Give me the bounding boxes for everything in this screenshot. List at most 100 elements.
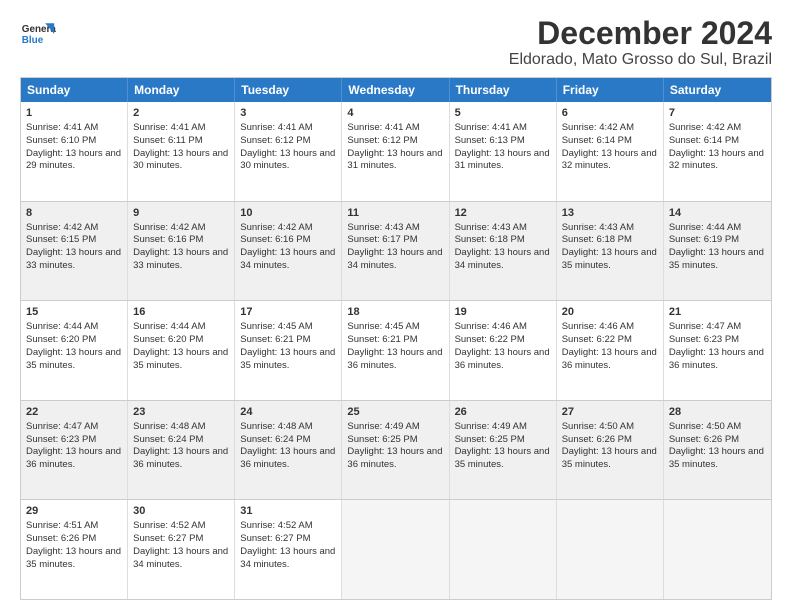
calendar-cell: 7Sunrise: 4:42 AMSunset: 6:14 PMDaylight…: [664, 102, 771, 201]
sunrise: Sunrise: 4:41 AM: [240, 122, 312, 133]
day-number: 21: [669, 305, 766, 320]
sunrise: Sunrise: 4:41 AM: [26, 122, 98, 133]
calendar-cell: [342, 500, 449, 599]
calendar-week: 22Sunrise: 4:47 AMSunset: 6:23 PMDayligh…: [21, 400, 771, 500]
daylight: Daylight: 13 hours and 35 minutes.: [133, 347, 228, 371]
sunrise: Sunrise: 4:42 AM: [133, 222, 205, 233]
day-number: 12: [455, 206, 551, 221]
calendar-cell: 11Sunrise: 4:43 AMSunset: 6:17 PMDayligh…: [342, 202, 449, 301]
sunset: Sunset: 6:16 PM: [240, 234, 310, 245]
daylight: Daylight: 13 hours and 33 minutes.: [26, 247, 121, 271]
calendar-cell: 16Sunrise: 4:44 AMSunset: 6:20 PMDayligh…: [128, 301, 235, 400]
calendar-cell: 1Sunrise: 4:41 AMSunset: 6:10 PMDaylight…: [21, 102, 128, 201]
main-title: December 2024: [509, 16, 772, 51]
sunrise: Sunrise: 4:51 AM: [26, 520, 98, 531]
sunrise: Sunrise: 4:44 AM: [669, 222, 741, 233]
calendar-day-header: Sunday: [21, 78, 128, 102]
daylight: Daylight: 13 hours and 35 minutes.: [26, 546, 121, 570]
calendar-day-header: Wednesday: [342, 78, 449, 102]
page: General Blue General Blue December 2024 …: [0, 0, 792, 612]
daylight: Daylight: 13 hours and 35 minutes.: [562, 446, 657, 470]
daylight: Daylight: 13 hours and 35 minutes.: [26, 347, 121, 371]
calendar-day-header: Saturday: [664, 78, 771, 102]
sunrise: Sunrise: 4:47 AM: [669, 321, 741, 332]
sunrise: Sunrise: 4:47 AM: [26, 421, 98, 432]
calendar-day-header: Monday: [128, 78, 235, 102]
sunset: Sunset: 6:21 PM: [347, 334, 417, 345]
day-number: 26: [455, 405, 551, 420]
calendar-cell: 20Sunrise: 4:46 AM Sunset: 6:22 PM Dayligh…: [557, 301, 664, 400]
svg-text:Blue: Blue: [22, 35, 44, 46]
calendar-cell: 25Sunrise: 4:49 AMSunset: 6:25 PMDayligh…: [342, 401, 449, 500]
calendar-day-header: Tuesday: [235, 78, 342, 102]
sunset: Sunset: 6:16 PM: [133, 234, 203, 245]
calendar-cell: 22Sunrise: 4:47 AMSunset: 6:23 PMDayligh…: [21, 401, 128, 500]
sunset: Sunset: 6:20 PM: [26, 334, 96, 345]
sunrise: Sunrise: 4:46 AM: [455, 321, 527, 332]
daylight: Daylight: 13 hours and 35 minutes.: [455, 446, 550, 470]
day-number: 9: [133, 206, 229, 221]
day-number: 24: [240, 405, 336, 420]
day-number: 22: [26, 405, 122, 420]
sunset: Sunset: 6:24 PM: [133, 434, 203, 445]
day-number: 15: [26, 305, 122, 320]
day-number: 19: [455, 305, 551, 320]
sunset: Sunset: 6:18 PM: [455, 234, 525, 245]
daylight: Daylight: 13 hours and 36 minutes.: [240, 446, 335, 470]
subtitle: Eldorado, Mato Grosso do Sul, Brazil: [509, 51, 772, 69]
day-number: 28: [669, 405, 766, 420]
sunset: Sunset: 6:15 PM: [26, 234, 96, 245]
daylight: Daylight: 13 hours and 34 minutes.: [133, 546, 228, 570]
calendar-cell: 9Sunrise: 4:42 AMSunset: 6:16 PM Daylight…: [128, 202, 235, 301]
day-number: 5: [455, 106, 551, 121]
calendar-cell: 4Sunrise: 4:41 AMSunset: 6:12 PMDaylight…: [342, 102, 449, 201]
sunrise: Sunrise: 4:46 AM: [562, 321, 634, 332]
daylight: Daylight: 13 hours and 34 minutes.: [240, 247, 335, 271]
sunset: Sunset: 6:21 PM: [240, 334, 310, 345]
day-number: 6: [562, 106, 658, 121]
sunset: Sunset: 6:14 PM: [669, 135, 739, 146]
calendar-header: SundayMondayTuesdayWednesdayThursdayFrid…: [21, 78, 771, 102]
calendar-cell: 30Sunrise: 4:52 AMSunset: 6:27 PMDayligh…: [128, 500, 235, 599]
day-number: 7: [669, 106, 766, 121]
calendar-week: 15Sunrise: 4:44 AMSunset: 6:20 PMDayligh…: [21, 300, 771, 400]
calendar-cell: 6Sunrise: 4:42 AMSunset: 6:14 PMDaylight…: [557, 102, 664, 201]
sunset: Sunset: 6:12 PM: [347, 135, 417, 146]
daylight: Daylight: 13 hours and 36 minutes.: [347, 446, 442, 470]
sunset: Sunset: 6:27 PM: [133, 533, 203, 544]
calendar-cell: 3Sunrise: 4:41 AMSunset: 6:12 PMDaylight…: [235, 102, 342, 201]
day-number: 18: [347, 305, 443, 320]
sunrise: Sunrise: 4:42 AM: [562, 122, 634, 133]
day-number: 13: [562, 206, 658, 221]
daylight: Daylight: 13 hours and 35 minutes.: [669, 247, 764, 271]
sunset: Sunset: 6:12 PM: [240, 135, 310, 146]
sunrise: Sunrise: 4:41 AM: [133, 122, 205, 133]
logo: General Blue General Blue: [20, 16, 56, 52]
header: General Blue General Blue December 2024 …: [20, 16, 772, 69]
sunset: Sunset: 6:26 PM: [669, 434, 739, 445]
daylight: Daylight: 13 hours and 34 minutes.: [240, 546, 335, 570]
daylight: Daylight: 13 hours and 29 minutes.: [26, 148, 121, 172]
calendar-cell: [557, 500, 664, 599]
daylight: Daylight: 13 hours and 31 minutes.: [347, 148, 442, 172]
calendar-week: 29Sunrise: 4:51 AMSunset: 6:26 PMDayligh…: [21, 499, 771, 599]
sunset: Sunset: 6:25 PM: [455, 434, 525, 445]
calendar-cell: 12Sunrise: 4:43 AMSunset: 6:18 PMDayligh…: [450, 202, 557, 301]
sunrise: Sunrise: 4:52 AM: [240, 520, 312, 531]
day-number: 4: [347, 106, 443, 121]
calendar-cell: 13Sunrise: 4:43 AMSunset: 6:18 PMDayligh…: [557, 202, 664, 301]
day-number: 10: [240, 206, 336, 221]
daylight: Daylight: 13 hours and 36 minutes.: [133, 446, 228, 470]
calendar-cell: 29Sunrise: 4:51 AMSunset: 6:26 PMDayligh…: [21, 500, 128, 599]
calendar-cell: 17Sunrise: 4:45 AMSunset: 6:21 PMDayligh…: [235, 301, 342, 400]
daylight: Daylight: 13 hours and 32 minutes.: [562, 148, 657, 172]
day-number: 20: [562, 305, 658, 320]
daylight: Daylight: 13 hours and 36 minutes.: [26, 446, 121, 470]
day-number: 3: [240, 106, 336, 121]
calendar-cell: [664, 500, 771, 599]
daylight: Daylight: 13 hours and 32 minutes.: [669, 148, 764, 172]
daylight: Daylight: 13 hours and 33 minutes.: [133, 247, 228, 271]
calendar-cell: 10Sunrise: 4:42 AMSunset: 6:16 PMDayligh…: [235, 202, 342, 301]
sunset: Sunset: 6:22 PM: [562, 334, 632, 345]
daylight: Daylight: 13 hours and 36 minutes.: [562, 347, 657, 371]
